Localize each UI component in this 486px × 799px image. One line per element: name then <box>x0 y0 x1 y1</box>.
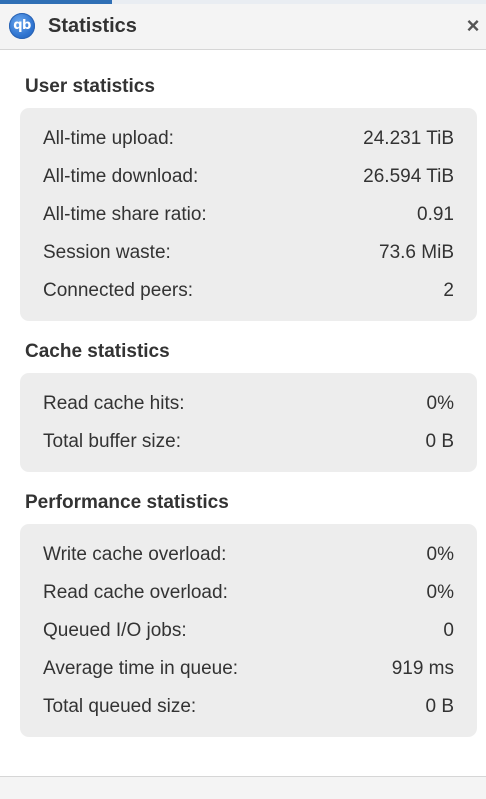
stat-row-write-cache-overload: Write cache overload: 0% <box>20 536 477 574</box>
stat-row-session-waste: Session waste: 73.6 MiB <box>20 234 477 272</box>
stat-label: Connected peers: <box>43 280 193 301</box>
stat-row-read-cache-hits: Read cache hits: 0% <box>20 385 477 423</box>
stat-label: Write cache overload: <box>43 544 227 565</box>
cache-statistics-heading: Cache statistics <box>25 341 170 362</box>
title-bar[interactable]: qb Statistics × <box>0 4 486 50</box>
stat-value: 2 <box>443 280 454 301</box>
stat-label: Queued I/O jobs: <box>43 620 187 641</box>
stat-label: All-time share ratio: <box>43 204 207 225</box>
dialog-footer-bar <box>0 776 486 799</box>
stat-label: Read cache hits: <box>43 393 185 414</box>
stat-value: 0 B <box>425 431 454 452</box>
stat-label: Session waste: <box>43 242 171 263</box>
stat-value: 0% <box>426 582 454 603</box>
stat-value: 0.91 <box>417 204 454 225</box>
stat-row-total-buffer-size: Total buffer size: 0 B <box>20 423 477 461</box>
performance-statistics-heading: Performance statistics <box>25 492 229 513</box>
stat-label: Read cache overload: <box>43 582 228 603</box>
stat-row-queued-io-jobs: Queued I/O jobs: 0 <box>20 612 477 650</box>
user-statistics-heading: User statistics <box>25 76 155 97</box>
stat-label: Average time in queue: <box>43 658 239 679</box>
stat-row-connected-peers: Connected peers: 2 <box>20 272 477 310</box>
stat-value: 0 <box>443 620 454 641</box>
stat-value: 0% <box>426 544 454 565</box>
stat-row-total-queued-size: Total queued size: 0 B <box>20 688 477 726</box>
stat-value: 24.231 TiB <box>363 128 454 149</box>
stat-label: All-time upload: <box>43 128 174 149</box>
user-statistics-panel: All-time upload: 24.231 TiB All-time dow… <box>20 108 477 321</box>
performance-statistics-panel: Write cache overload: 0% Read cache over… <box>20 524 477 737</box>
stat-row-all-time-upload: All-time upload: 24.231 TiB <box>20 120 477 158</box>
close-icon[interactable]: × <box>463 14 483 38</box>
stat-label: Total buffer size: <box>43 431 182 452</box>
stat-value: 0% <box>426 393 454 414</box>
stat-row-all-time-download: All-time download: 26.594 TiB <box>20 158 477 196</box>
stat-row-read-cache-overload: Read cache overload: 0% <box>20 574 477 612</box>
stat-row-average-time-in-queue: Average time in queue: 919 ms <box>20 650 477 688</box>
stat-value: 919 ms <box>391 658 454 679</box>
stat-value: 73.6 MiB <box>379 242 454 263</box>
statistics-dialog: qb Statistics × User statistics All-time… <box>0 0 486 799</box>
stat-row-all-time-share-ratio: All-time share ratio: 0.91 <box>20 196 477 234</box>
qbittorrent-app-icon: qb <box>9 13 35 39</box>
stat-label: Total queued size: <box>43 696 197 717</box>
stat-label: All-time download: <box>43 166 199 187</box>
dialog-title: Statistics <box>48 15 137 37</box>
stat-value: 0 B <box>425 696 454 717</box>
stat-value: 26.594 TiB <box>363 166 454 187</box>
cache-statistics-panel: Read cache hits: 0% Total buffer size: 0… <box>20 373 477 472</box>
